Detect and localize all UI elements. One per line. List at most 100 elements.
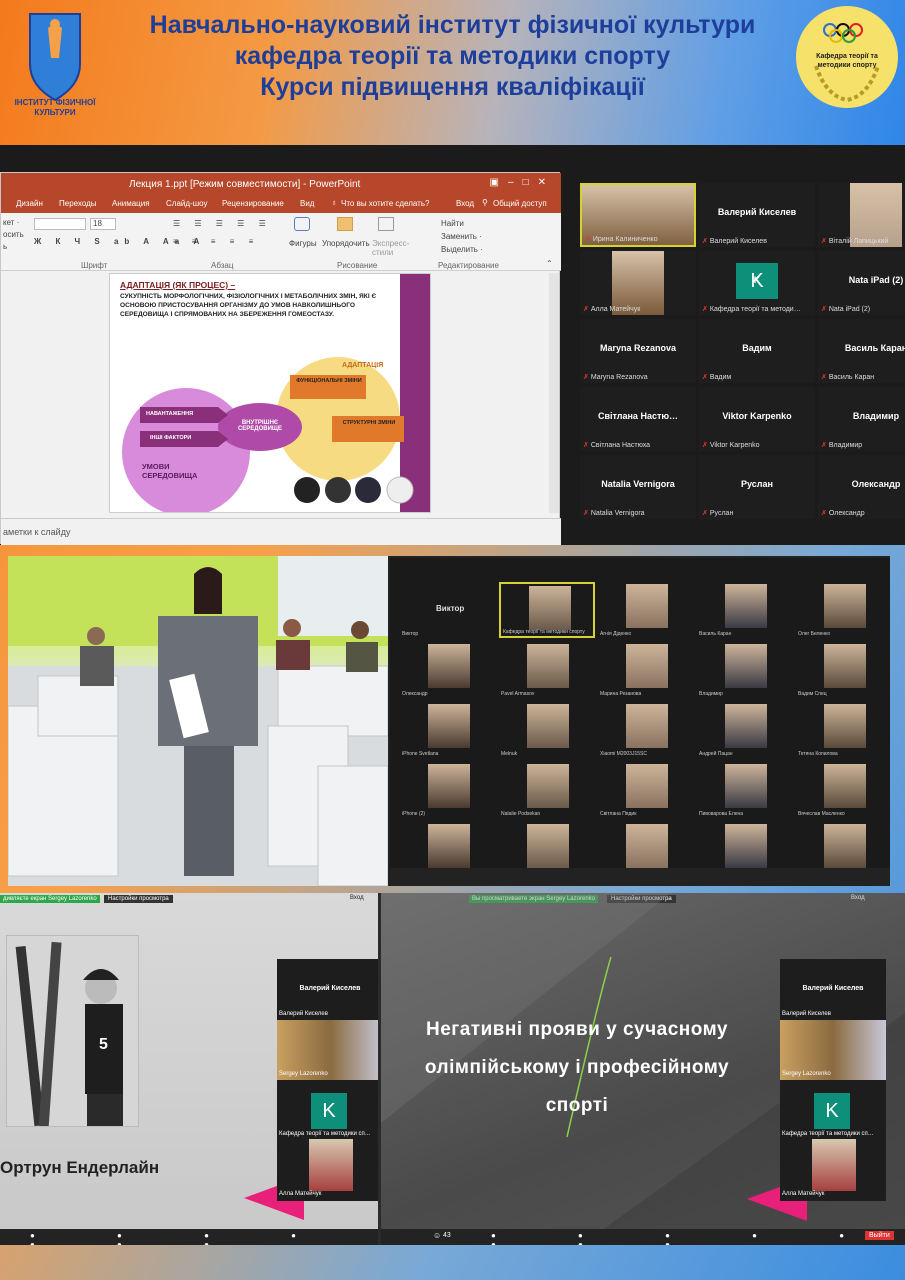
tile-label-text: Владимир bbox=[828, 442, 863, 449]
zoom-tile-mid[interactable]: Тетяна Копилова bbox=[796, 702, 892, 758]
tile-label-text: Natalia Vernigora bbox=[590, 510, 645, 517]
participant-video bbox=[824, 824, 866, 868]
zoom-tile[interactable]: Руслан ✗ Руслан bbox=[699, 455, 815, 519]
zoom-tile[interactable]: ✗ Ирина Калиниченко bbox=[580, 183, 696, 247]
slide-notes-bar[interactable]: аметки к слайду bbox=[1, 518, 561, 545]
side-panel-label-1-right: Валерий Киселев bbox=[782, 1011, 831, 1017]
shapes-button[interactable]: Фигуры bbox=[289, 239, 317, 248]
arrange-icon[interactable] bbox=[337, 217, 353, 231]
zoom-tile-mid[interactable]: iPhone Svetlana bbox=[400, 702, 496, 758]
zoom-tile-mid[interactable]: Василь Каран bbox=[697, 582, 793, 638]
side-panel-label-2-right: Sergey Lazorenko bbox=[782, 1071, 831, 1077]
zoom-tile-mid[interactable]: Pavel Armasov bbox=[499, 642, 595, 698]
exit-left[interactable]: Вход bbox=[350, 895, 364, 901]
close-icon[interactable]: ✕ bbox=[538, 177, 555, 188]
select-button[interactable]: Выделить · bbox=[441, 243, 483, 256]
zoom-tile[interactable]: Вадим ✗ Вадим bbox=[699, 319, 815, 383]
tab-animation[interactable]: Анимация bbox=[112, 199, 150, 208]
zoom-tile[interactable]: Василь Каран ✗ Василь Каран bbox=[818, 319, 905, 383]
tab-slideshow[interactable]: Слайд-шоу bbox=[166, 199, 207, 208]
zoom-tile-mid[interactable]: Світлана Пядик bbox=[598, 762, 694, 818]
arrange-button[interactable]: Упорядочить bbox=[322, 239, 370, 248]
slide-body: СУКУПНІСТЬ МОРФОЛОГІЧНИХ, ФІЗІОЛОГІЧНИХ … bbox=[120, 293, 377, 318]
zoom-tile-mid[interactable]: Андрей Пацан bbox=[697, 702, 793, 758]
zoom-tile[interactable]: Світлана Настю… ✗ Світлана Настюха bbox=[580, 387, 696, 451]
zoom-tile[interactable]: Владимир ✗ Владимир bbox=[818, 387, 905, 451]
collapse-ribbon-icon[interactable]: ⌃ bbox=[546, 259, 553, 268]
tile-label-text: Ирина Калиниченко bbox=[592, 236, 658, 243]
shapes-icon[interactable] bbox=[294, 217, 310, 231]
zoom-tile-mid[interactable]: Владимир bbox=[697, 642, 793, 698]
sign-in-link[interactable]: Вход bbox=[456, 199, 474, 208]
participant-video bbox=[529, 586, 571, 630]
label-other-factors: ІНШІ ФАКТОРИ bbox=[150, 435, 192, 441]
zoom-tile-mid[interactable]: Natalie Podsekan bbox=[499, 762, 595, 818]
tell-me-search[interactable]: Что вы хотите сделать? bbox=[341, 199, 429, 208]
zoom-tile-mid[interactable]: Вячеслав Масленко bbox=[796, 762, 892, 818]
zoom-tile[interactable]: Natalia Vernigora ✗ Natalia Vernigora bbox=[580, 455, 696, 519]
align-icons[interactable]: ≡ ≡ ≡ ≡ ≡ bbox=[173, 237, 259, 246]
participant-video bbox=[725, 764, 767, 808]
tab-review[interactable]: Рецензирование bbox=[222, 199, 284, 208]
font-name-box[interactable] bbox=[34, 218, 86, 230]
vertical-scrollbar[interactable] bbox=[549, 273, 559, 513]
tile-label: iPhone Svetlana bbox=[402, 751, 439, 757]
participant-video bbox=[626, 644, 668, 688]
zoom-tile-mid[interactable]: Виктор bbox=[400, 582, 496, 638]
participants-icon[interactable]: ☺ bbox=[433, 1231, 441, 1240]
zoom-tile[interactable]: ✗ Алла Матейчук bbox=[580, 251, 696, 315]
maximize-icon[interactable]: □ bbox=[523, 177, 538, 188]
label-functional: ФУНКЦІОНАЛЬНІ ЗМІНИ bbox=[296, 378, 362, 384]
tile-name: Maryna Rezanova bbox=[599, 343, 677, 353]
tab-view[interactable]: Вид bbox=[300, 199, 314, 208]
toolbar-icons-left[interactable]: ● ● ● ● ● ● ● bbox=[30, 1231, 378, 1245]
tile-label: Марина Резанова bbox=[600, 691, 642, 697]
paragraph-icons[interactable]: ☰ ☰ ☰ ☰ ☰ bbox=[173, 219, 272, 228]
tile-label: Pavel Armasov bbox=[501, 691, 535, 697]
toolbar-icons-right[interactable]: ● ● ● ● ● ● ● ● bbox=[491, 1231, 905, 1245]
zoom-tile-mid[interactable]: Агнія Діденко bbox=[598, 582, 694, 638]
ribbon-left-3[interactable]: ь bbox=[3, 241, 24, 253]
ribbon-display-icon[interactable]: ▣ bbox=[490, 177, 508, 188]
leave-button[interactable]: Выйти bbox=[865, 1231, 894, 1240]
meeting-toolbar-middle[interactable] bbox=[390, 868, 890, 884]
zoom-tile[interactable]: K K ✗ Кафедра теорії та методи… bbox=[699, 251, 815, 315]
zoom-tile-mid[interactable]: Марина Резанова bbox=[598, 642, 694, 698]
zoom-tile-mid[interactable]: Вадим Спец bbox=[796, 642, 892, 698]
muted-mic-icon: ✗ bbox=[583, 306, 589, 313]
font-size-box[interactable]: 18 bbox=[90, 218, 116, 230]
zoom-tile-mid[interactable]: Олександр bbox=[400, 642, 496, 698]
zoom-tile[interactable]: Валерий Киселев ✗ Валерий Киселев bbox=[699, 183, 815, 247]
tile-label: Світлана Пядик bbox=[600, 811, 637, 817]
view-options-left[interactable]: Настройки просмотра bbox=[104, 895, 173, 903]
zoom-tile[interactable]: Maryna Rezanova ✗ Maryna Rezanova bbox=[580, 319, 696, 383]
slide-notes-label: аметки к слайду bbox=[3, 527, 71, 537]
zoom-tile[interactable]: ✗ Віталій Лапицький bbox=[818, 183, 905, 247]
tile-label: ✗ Ирина Калиниченко bbox=[585, 235, 658, 243]
quick-styles-icon[interactable] bbox=[378, 217, 394, 231]
slide-heading: АДАПТАЦІЯ (ЯК ПРОЦЕС) – bbox=[120, 280, 236, 290]
zoom-tile-mid[interactable]: Xiaomi M2003J15SC bbox=[598, 702, 694, 758]
ribbon-left-2[interactable]: осить bbox=[3, 229, 24, 241]
zoom-tile-mid[interactable]: iPhone (2) bbox=[400, 762, 496, 818]
zoom-tile-mid[interactable]: Пивоварова Елена bbox=[697, 762, 793, 818]
zoom-tile[interactable]: Viktor Karpenko ✗ Viktor Karpenko bbox=[699, 387, 815, 451]
zoom-tile-mid[interactable]: Кафедра теорії та методики спорту bbox=[499, 582, 595, 638]
zoom-tile-mid[interactable]: Олег Беленко bbox=[796, 582, 892, 638]
zoom-tile[interactable]: Олександр ✗ Олександр bbox=[818, 455, 905, 519]
zoom-tile-mid[interactable]: Melnuk bbox=[499, 702, 595, 758]
tab-design[interactable]: Дизайн bbox=[16, 199, 43, 208]
quick-styles-button[interactable]: Экспресс-стили bbox=[372, 239, 412, 257]
share-button[interactable]: Общий доступ bbox=[493, 199, 547, 208]
find-button[interactable]: Найти bbox=[441, 217, 483, 230]
title-line-1: Навчально-науковий інститут фізичної кул… bbox=[149, 11, 756, 39]
clipboard-partial: кет · осить ь bbox=[3, 217, 24, 253]
zoom-tile[interactable]: Nata iPad (2) ✗ Nata iPad (2) bbox=[818, 251, 905, 315]
group-font-label: Шрифт bbox=[81, 261, 108, 270]
tab-transitions[interactable]: Переходы bbox=[59, 199, 97, 208]
ribbon-left-1[interactable]: кет · bbox=[3, 217, 24, 229]
minimize-icon[interactable]: – bbox=[508, 177, 523, 188]
replace-button[interactable]: Заменить · bbox=[441, 230, 483, 243]
muted-mic-icon: ✗ bbox=[702, 306, 708, 313]
participant-video bbox=[527, 704, 569, 748]
